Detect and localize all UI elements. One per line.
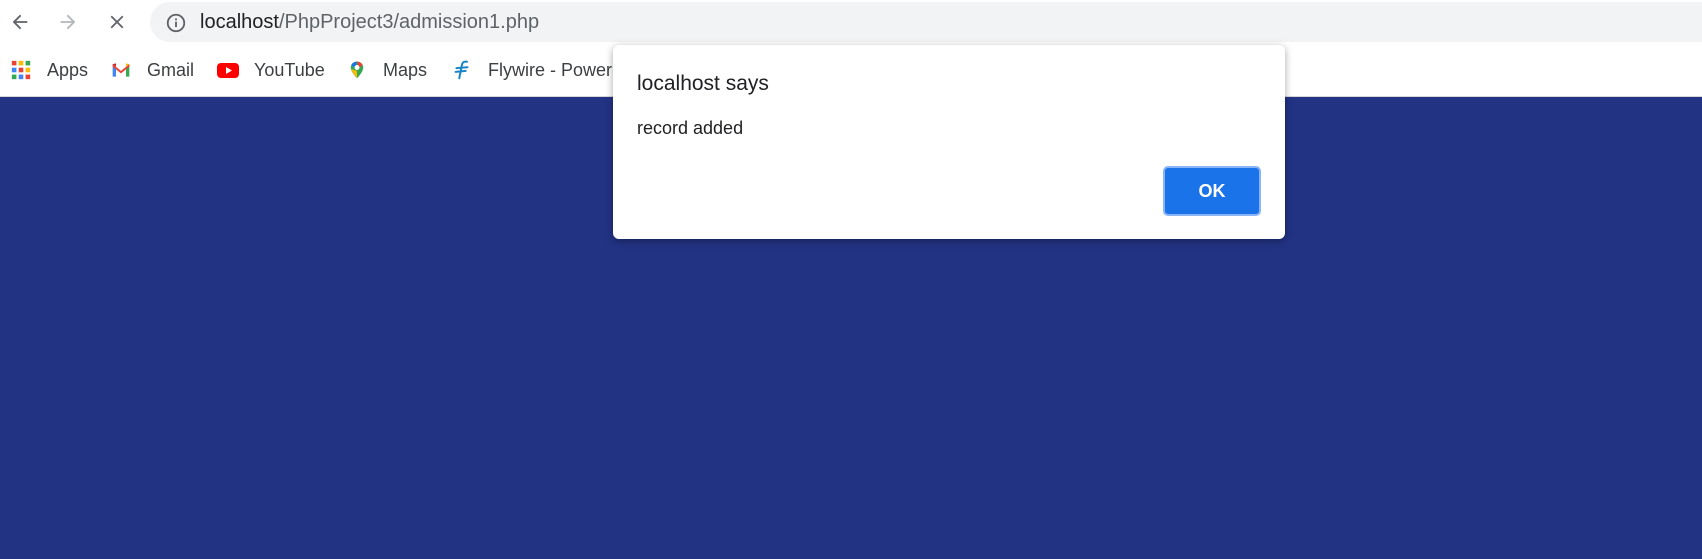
bookmark-label: Gmail	[147, 59, 195, 80]
back-button[interactable]	[2, 4, 38, 40]
bookmark-gmail[interactable]: Gmail	[109, 56, 194, 84]
bookmark-youtube[interactable]: YouTube	[216, 56, 325, 84]
bookmark-label: Maps	[383, 59, 428, 80]
url-host: localhost	[200, 11, 279, 33]
browser-toolbar: localhost/PhpProject3/admission1.php	[0, 0, 1702, 45]
site-info-icon[interactable]	[165, 12, 187, 34]
url-path: /PhpProject3/admission1.php	[278, 11, 540, 33]
dialog-title: localhost says	[637, 72, 769, 95]
bookmark-apps[interactable]: Apps	[9, 56, 88, 84]
bookmark-flywire[interactable]: Flywire - Poweri	[450, 56, 616, 84]
apps-grid-icon	[9, 58, 33, 82]
gmail-icon	[109, 58, 133, 82]
address-bar[interactable]: localhost/PhpProject3/admission1.php	[150, 2, 1702, 42]
arrow-right-icon	[60, 14, 76, 30]
close-icon	[110, 15, 124, 29]
bookmark-label: Flywire - Poweri	[488, 59, 617, 80]
bookmark-maps[interactable]: Maps	[345, 56, 427, 84]
arrow-left-icon	[12, 14, 28, 30]
maps-pin-icon	[345, 58, 369, 82]
url-text: localhost/PhpProject3/admission1.php	[200, 11, 539, 34]
flywire-icon	[450, 58, 474, 82]
alert-dialog: localhost says record added OK	[613, 45, 1285, 239]
dialog-message: record added	[637, 118, 744, 138]
forward-button[interactable]	[50, 4, 86, 40]
bookmark-label: YouTube	[254, 59, 325, 80]
stop-loading-button[interactable]	[99, 4, 135, 40]
bookmark-label: Apps	[47, 59, 89, 80]
ok-button[interactable]: OK	[1163, 166, 1261, 216]
youtube-icon	[216, 58, 240, 82]
